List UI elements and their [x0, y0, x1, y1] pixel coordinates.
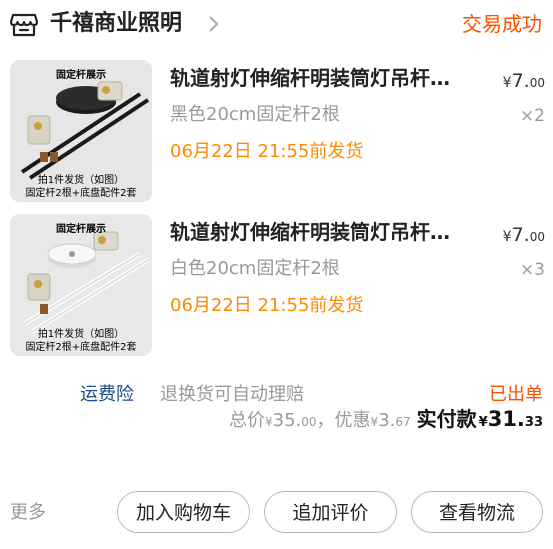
discount-decimal: 67 — [395, 415, 411, 429]
product-quantity: ×3 — [519, 260, 545, 280]
order-totals: 总价¥35.00，优惠¥3.67 实付款 ¥31.33 — [229, 403, 543, 435]
price-integer: 7. — [511, 224, 530, 246]
price-currency: ¥ — [502, 75, 512, 91]
product-thumbnail[interactable]: 固定杆展示 拍1件发货（如图） 固定杆2根+底盘配件2套 — [10, 214, 152, 356]
paid-label: 实付款 — [416, 407, 477, 431]
paid-integer: 31. — [487, 407, 525, 431]
product-price: ¥7.00 — [503, 68, 545, 96]
price-decimal: 00 — [529, 76, 545, 90]
product-spec: 白色20cm固定杆2根 — [170, 258, 340, 279]
thumbnail-caption-line2: 固定杆2根+底盘配件2套 — [25, 342, 137, 353]
price-decimal: 00 — [529, 230, 545, 244]
order-status: 交易成功 — [462, 12, 542, 36]
product-thumbnail[interactable]: 固定杆展示 拍1件发货（如图） 固定杆2根+底盘配件2套 — [10, 60, 152, 202]
discount-integer: 3. — [378, 410, 396, 431]
thumbnail-caption-line2: 固定杆2根+底盘配件2套 — [25, 188, 137, 199]
shipping-insurance-label[interactable]: 运费险 — [80, 382, 134, 408]
chevron-right-icon[interactable] — [207, 14, 221, 34]
total-label: 总价 — [228, 410, 265, 431]
order-header: 千禧商业照明 交易成功 — [0, 0, 553, 50]
product-title[interactable]: 轨道射灯伸缩杆明装筒灯吊杆… — [170, 64, 450, 92]
product-spec: 黑色20cm固定杆2根 — [170, 104, 340, 125]
thumbnail-caption-line1: 拍1件发货（如图） — [37, 329, 125, 340]
totals-separator: ， — [316, 410, 335, 431]
store-icon[interactable] — [9, 13, 39, 37]
paid-decimal: 33 — [524, 415, 543, 430]
discount-label: 优惠 — [334, 410, 371, 431]
add-to-cart-button[interactable]: 加入购物车 — [117, 491, 250, 533]
view-logistics-button[interactable]: 查看物流 — [411, 491, 543, 533]
thumbnail-caption-top: 固定杆展示 — [56, 70, 106, 81]
paid-currency: ¥ — [478, 415, 488, 430]
product-title[interactable]: 轨道射灯伸缩杆明装筒灯吊杆… — [170, 218, 450, 246]
price-integer: 7. — [511, 70, 530, 92]
ship-deadline: 06月22日 21:55前发货 — [170, 141, 364, 162]
price-currency: ¥ — [502, 229, 512, 245]
total-integer: 35. — [272, 410, 302, 431]
thumbnail-caption-top: 固定杆展示 — [56, 224, 106, 235]
total-currency: ¥ — [264, 415, 273, 429]
store-name[interactable]: 千禧商业照明 — [50, 8, 182, 40]
add-review-button[interactable]: 追加评价 — [264, 491, 397, 533]
product-quantity: ×2 — [519, 106, 545, 126]
ship-deadline: 06月22日 21:55前发货 — [170, 295, 364, 316]
order-item[interactable]: 固定杆展示 拍1件发货（如图） 固定杆2根+底盘配件2套 轨道射灯伸缩杆明装筒灯… — [0, 214, 553, 366]
order-item[interactable]: 固定杆展示 拍1件发货（如图） 固定杆2根+底盘配件2套 轨道射灯伸缩杆明装筒灯… — [0, 60, 553, 212]
total-decimal: 00 — [301, 415, 317, 429]
product-price: ¥7.00 — [503, 222, 545, 250]
thumbnail-caption-line1: 拍1件发货（如图） — [37, 175, 125, 186]
more-button[interactable]: 更多 — [10, 500, 46, 526]
